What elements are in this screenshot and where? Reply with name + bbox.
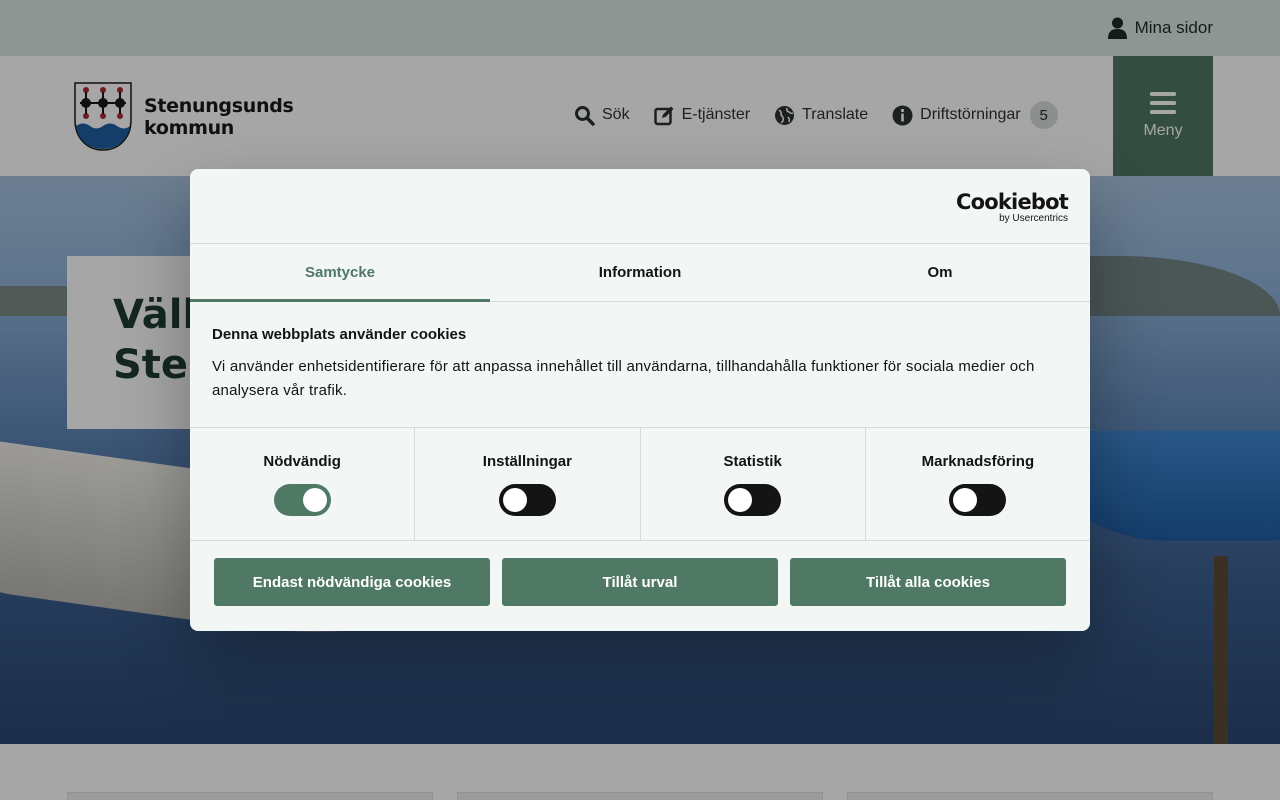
nodvandig-toggle[interactable] xyxy=(273,484,331,516)
category-label: Nödvändig xyxy=(263,453,341,470)
toggle-knob xyxy=(728,488,753,512)
necessary-only-button[interactable]: Endast nödvändiga cookies xyxy=(214,558,490,606)
cookie-heading: Denna webbplats använder cookies xyxy=(212,326,467,343)
category-statistik: Statistik xyxy=(641,428,866,540)
cookiebot-brand: Cookiebot xyxy=(956,190,1069,214)
allow-all-button[interactable]: Tillåt alla cookies xyxy=(790,558,1066,606)
cookie-consent-dialog: Cookiebot by Usercentrics Samtycke Infor… xyxy=(190,169,1090,631)
toggle-knob xyxy=(302,488,327,512)
toggle-knob xyxy=(502,488,527,512)
cookiebot-logo[interactable]: Cookiebot by Usercentrics xyxy=(956,190,1069,224)
cookie-dialog-header: Cookiebot by Usercentrics xyxy=(190,169,1090,244)
cookie-tabs: Samtycke Information Om xyxy=(190,244,1090,302)
tab-information[interactable]: Information xyxy=(490,244,790,301)
category-marknadsforing: Marknadsföring xyxy=(866,428,1090,540)
cookie-category-toggles: Nödvändig Inställningar Statistik Markna… xyxy=(190,428,1090,541)
category-nodvandig: Nödvändig xyxy=(190,428,416,540)
allow-selection-button[interactable]: Tillåt urval xyxy=(502,558,778,606)
cookie-text: Vi använder enhetsidentifierare för att … xyxy=(212,358,1035,399)
category-label: Marknadsföring xyxy=(921,453,1035,470)
statistik-toggle[interactable] xyxy=(724,484,782,516)
installningar-toggle[interactable] xyxy=(498,484,556,516)
category-label: Inställningar xyxy=(482,453,572,470)
tab-samtycke[interactable]: Samtycke xyxy=(190,244,490,302)
cookie-description: Denna webbplats använder cookies Vi anvä… xyxy=(190,302,1090,428)
marknadsforing-toggle[interactable] xyxy=(949,484,1007,516)
category-installningar: Inställningar xyxy=(415,428,641,540)
cookie-actions: Endast nödvändiga cookies Tillåt urval T… xyxy=(190,541,1090,606)
category-label: Statistik xyxy=(723,453,782,470)
cookiebot-brand-sub: by Usercentrics xyxy=(999,213,1068,224)
toggle-knob xyxy=(953,488,978,512)
tab-om[interactable]: Om xyxy=(790,244,1090,301)
